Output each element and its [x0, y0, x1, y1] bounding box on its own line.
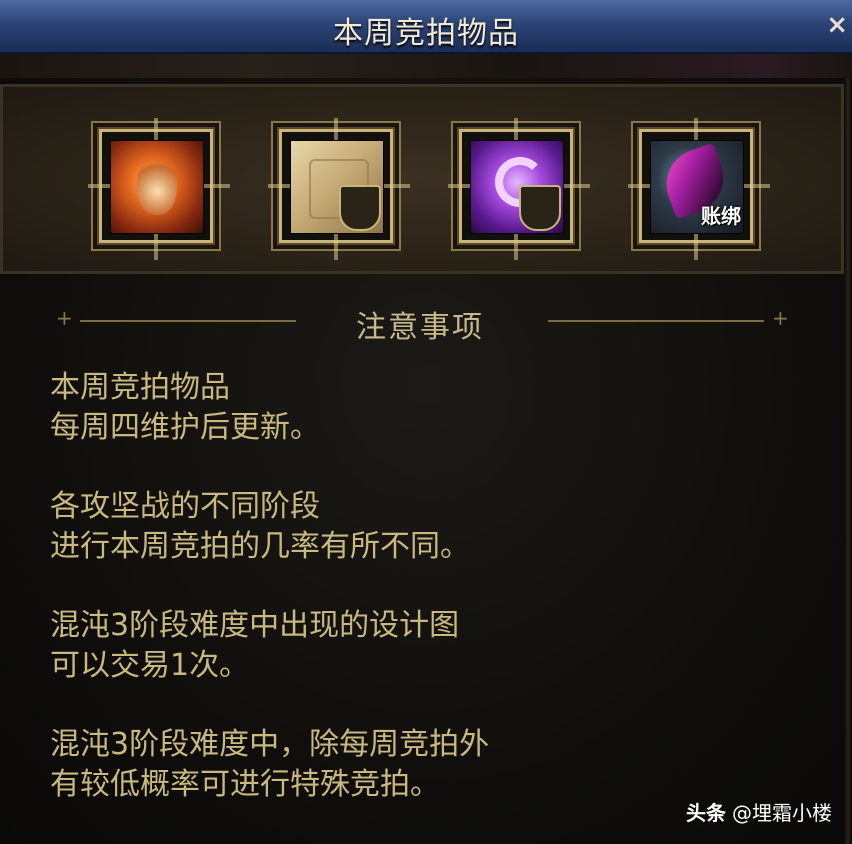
plus-ornament-left: + [56, 306, 73, 330]
divider-line-left [80, 320, 296, 322]
close-button[interactable]: × [826, 10, 848, 40]
notice-text: 本周竞拍物品 每周四维护后更新。 各攻坚战的不同阶段 进行本周竞拍的几率有所不同… [50, 368, 810, 844]
scroll-crest-icon [290, 140, 384, 234]
panel-border [844, 78, 852, 844]
window-title: 本周竞拍物品 [333, 16, 519, 51]
feather-account-icon: 账绑 [650, 140, 744, 234]
watermark-brand: 头条 [686, 801, 726, 825]
auction-item-slot-3[interactable] [448, 118, 590, 260]
notice-line: 进行本周竞拍的几率有所不同。 [50, 529, 470, 564]
notice-line: 各攻坚战的不同阶段 [50, 489, 320, 524]
auction-item-slot-2[interactable] [268, 118, 410, 260]
background-strip [0, 54, 852, 78]
window-titlebar: 本周竞拍物品 × [0, 0, 852, 54]
auction-item-slot-1[interactable] [88, 118, 230, 260]
notice-heading: 注意事项 [356, 310, 484, 345]
notice-line: 本周竞拍物品 [50, 370, 230, 405]
watermark-handle: @埋霜小楼 [732, 801, 832, 825]
watermark: 头条 @埋霜小楼 [686, 797, 832, 826]
purple-moon-crest-icon [470, 140, 564, 234]
notice-line: 每周四维护后更新。 [50, 410, 320, 445]
crest-icon [519, 185, 561, 231]
divider-line-right [548, 320, 764, 322]
notice-line: 可以交易1次。 [50, 648, 250, 683]
notice-paragraph-1: 本周竞拍物品 每周四维护后更新。 [50, 368, 810, 448]
notice-line: 混沌3阶段难度中出现的设计图 [50, 608, 460, 643]
notice-paragraph-3: 混沌3阶段难度中出现的设计图 可以交易1次。 [50, 606, 810, 686]
account-bound-tag: 账绑 [701, 204, 741, 228]
auction-item-slot-4[interactable]: 账绑 [628, 118, 770, 260]
notice-paragraph-4: 混沌3阶段难度中，除每周竞拍外 有较低概率可进行特殊竞拍。 [50, 725, 810, 805]
auction-items-box: 账绑 [0, 84, 844, 274]
notice-divider: + 注意事项 + [0, 306, 852, 345]
plus-ornament-right: + [772, 306, 789, 330]
fire-warrior-icon [110, 140, 204, 234]
crest-icon [339, 185, 381, 231]
notice-line: 混沌3阶段难度中，除每周竞拍外 [50, 727, 490, 762]
notice-paragraph-2: 各攻坚战的不同阶段 进行本周竞拍的几率有所不同。 [50, 487, 810, 567]
